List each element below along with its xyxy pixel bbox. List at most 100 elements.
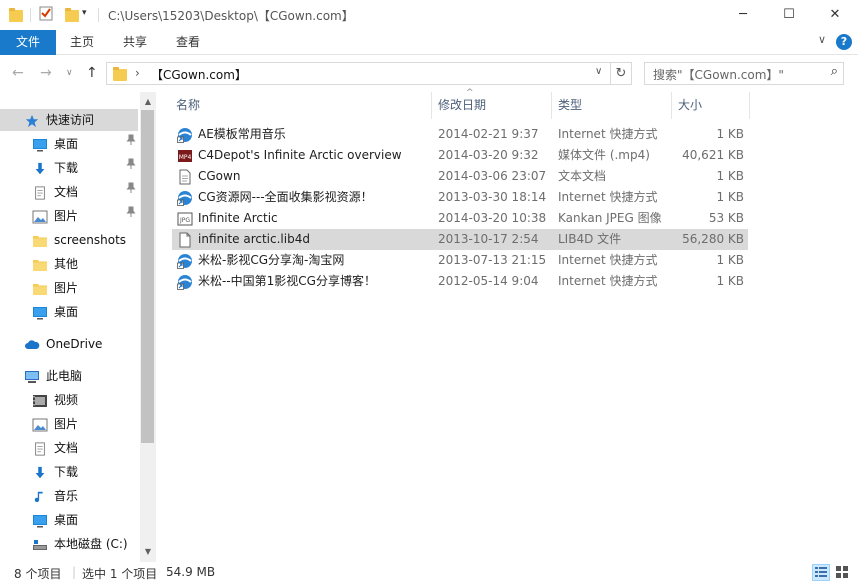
file-name: infinite arctic.lib4d [198, 232, 310, 246]
sidebar-item[interactable]: 快速访问 [0, 109, 138, 131]
column-size[interactable]: 大小 [672, 92, 750, 119]
sidebar-item[interactable]: 音乐 [0, 485, 138, 507]
sidebar-item-label: 桌面 [54, 305, 79, 319]
navigation-bar: ← → ∨ ↑ › 【CGown.com】 ∨ ↻ 搜索"【CGown.com】… [0, 56, 858, 92]
details-view-icon[interactable] [812, 564, 830, 581]
folder-icon [32, 281, 48, 295]
sidebar-item[interactable]: 文档 [0, 181, 138, 203]
file-size: 1 KB [716, 190, 744, 204]
file-row[interactable]: MP4 C4Depot's Infinite Arctic overview 201… [172, 145, 748, 166]
sidebar-item[interactable]: 桌面 [0, 509, 138, 531]
new-folder-icon[interactable] [62, 5, 82, 25]
minimize-button[interactable]: ─ [720, 0, 766, 30]
sidebar-item-label: 桌面 [54, 137, 79, 151]
column-date[interactable]: 修改日期 [432, 92, 552, 119]
file-size: 1 KB [716, 253, 744, 267]
sidebar-item[interactable]: 视频 [0, 389, 138, 411]
status-divider: | [72, 565, 77, 579]
sidebar-item[interactable]: 下载 [0, 157, 138, 179]
file-date: 2014-03-06 23:07 [438, 169, 547, 183]
refresh-button[interactable]: ↻ [610, 63, 631, 84]
star-icon [24, 113, 40, 127]
desktop-icon [32, 513, 48, 527]
selected-size: 54.9 MB [166, 565, 216, 579]
folder-icon [32, 257, 48, 271]
sidebar-item[interactable]: 本地磁盘 (C:) [0, 533, 138, 555]
file-row[interactable]: 米松-影视CG分享淘-淘宝网 2013-07-13 21:15 Internet 快… [172, 250, 748, 271]
ribbon-tabs: 文件 主页 共享 查看 ∨ ? [0, 30, 858, 55]
breadcrumb-current[interactable]: 【CGown.com】 [151, 66, 247, 83]
tab-view[interactable]: 查看 [176, 30, 200, 55]
breadcrumb-separator[interactable]: › [135, 66, 140, 80]
file-row[interactable]: JPG Infinite Arctic 2014-03-20 10:38 Kankan… [172, 208, 748, 229]
file-row[interactable]: 米松--中国第1影视CG分享博客！ 2012-05-14 9:04 Internet… [172, 271, 748, 292]
desktop-icon [32, 305, 48, 319]
file-date: 2014-02-21 9:37 [438, 127, 539, 141]
properties-icon[interactable] [38, 5, 58, 25]
maximize-button[interactable]: ☐ [766, 0, 812, 30]
file-row[interactable]: AE模板常用音乐 2014-02-21 9:37 Internet 快捷方式 1 KB [172, 124, 748, 145]
tab-file[interactable]: 文件 [0, 30, 56, 55]
sidebar-item[interactable]: 桌面 [0, 301, 138, 323]
sidebar-item-label: 下载 [54, 161, 79, 175]
sidebar-item[interactable]: 文档 [0, 437, 138, 459]
document-icon [32, 441, 48, 456]
scroll-up-icon[interactable]: ▲ [140, 94, 156, 110]
back-button[interactable]: ← [12, 65, 24, 81]
sidebar-item-label: 快速访问 [46, 113, 95, 127]
file-type: 文本文档 [558, 169, 607, 183]
sidebar-item[interactable]: 桌面 [0, 133, 138, 155]
sidebar-scrollbar-thumb[interactable] [141, 110, 154, 443]
file-size: 40,621 KB [682, 148, 744, 162]
file-row[interactable]: CGown 2014-03-06 23:07 文本文档 1 KB [172, 166, 748, 187]
tab-share[interactable]: 共享 [123, 30, 147, 55]
address-bar[interactable]: › 【CGown.com】 ∨ ↻ [106, 62, 632, 85]
file-date: 2013-10-17 2:54 [438, 232, 539, 246]
forward-button[interactable]: → [40, 65, 52, 81]
status-bar: 8 个项目 | 选中 1 个项目 54.9 MB [0, 562, 858, 583]
file-type: 媒体文件 (.mp4) [558, 148, 650, 162]
sidebar-item[interactable]: 其他 [0, 253, 138, 275]
sidebar-item-label: 视频 [54, 393, 79, 407]
recent-locations-button[interactable]: ∨ [66, 68, 73, 78]
sidebar-item[interactable]: 图片 [0, 277, 138, 299]
window-title: C:\Users\15203\Desktop\【CGown.com】 [108, 9, 354, 23]
sidebar-item-label: 桌面 [54, 513, 79, 527]
drive-icon [32, 537, 48, 551]
column-name[interactable]: 名称 [170, 92, 432, 119]
internet-shortcut-icon [177, 253, 193, 269]
help-icon[interactable]: ? [836, 34, 852, 50]
search-input[interactable]: 搜索"【CGown.com】" ⌕ [644, 62, 844, 85]
file-type: Kankan JPEG 图像 [558, 211, 662, 225]
download-icon [32, 465, 48, 479]
sidebar-item[interactable]: OneDrive [0, 333, 138, 355]
file-type: Internet 快捷方式 [558, 127, 658, 141]
search-icon[interactable]: ⌕ [831, 64, 838, 79]
close-button[interactable]: ✕ [812, 0, 858, 30]
sidebar-item[interactable]: screenshots [0, 229, 138, 251]
scroll-down-icon[interactable]: ▼ [140, 544, 156, 560]
file-type: LIB4D 文件 [558, 232, 622, 246]
expand-ribbon-icon[interactable]: ∨ [818, 33, 826, 46]
customize-quick-access-icon[interactable]: ▾ [82, 8, 94, 28]
svg-text:JPG: JPG [179, 217, 190, 224]
large-icons-view-icon[interactable] [834, 564, 852, 581]
sidebar-item[interactable]: 图片 [0, 205, 138, 227]
folder-icon[interactable] [6, 5, 26, 25]
sidebar-item-label: 此电脑 [46, 369, 83, 383]
selected-count: 选中 1 个项目 [82, 567, 158, 581]
search-placeholder: 搜索"【CGown.com】" [653, 68, 784, 82]
column-type[interactable]: 类型 [552, 92, 672, 119]
tab-home[interactable]: 主页 [70, 30, 94, 55]
sidebar-item[interactable]: 下载 [0, 461, 138, 483]
up-button[interactable]: ↑ [86, 65, 98, 81]
address-dropdown-icon[interactable]: ∨ [595, 66, 602, 77]
music-icon [32, 489, 48, 503]
sidebar-item[interactable]: 图片 [0, 413, 138, 435]
sidebar-item-label: 其他 [54, 257, 79, 271]
sidebar-item[interactable]: 此电脑 [0, 365, 138, 387]
file-row[interactable]: infinite arctic.lib4d 2013-10-17 2:54 LIB4… [172, 229, 748, 250]
file-size: 1 KB [716, 169, 744, 183]
sidebar-item-label: 下载 [54, 465, 79, 479]
file-row[interactable]: CG资源网---全面收集影视资源！ 2013-03-30 18:14 Interne… [172, 187, 748, 208]
